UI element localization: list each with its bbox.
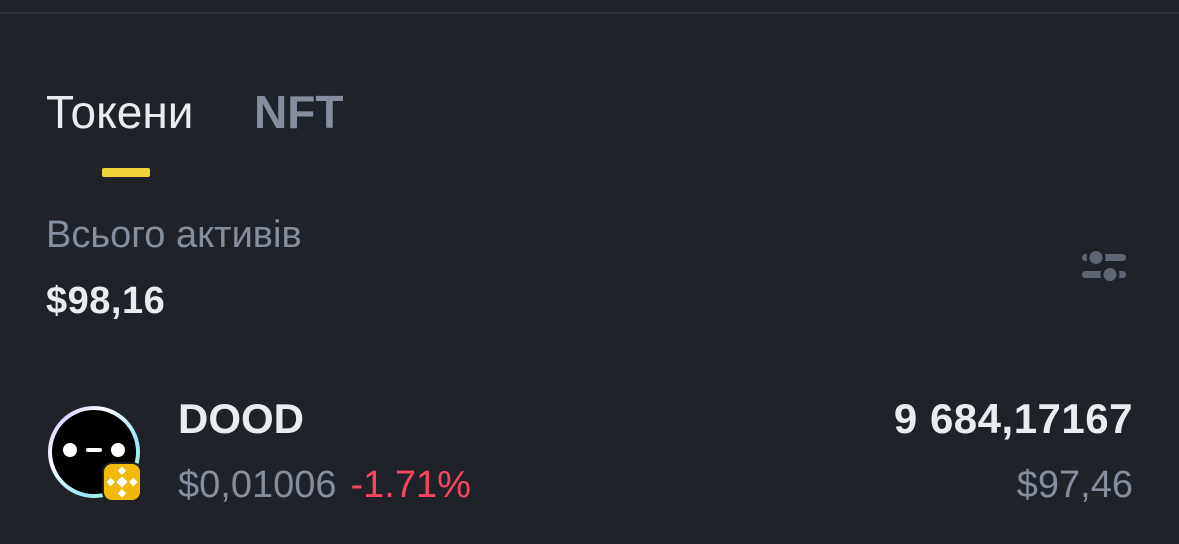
filter-button[interactable] xyxy=(1078,242,1130,290)
tab-tokens[interactable]: Токени xyxy=(46,84,193,140)
asset-row-dood[interactable]: DOOD $0,01006 -1.71% 9 684,17167 $97,46 xyxy=(0,386,1179,516)
asset-price-change: -1.71% xyxy=(350,464,471,506)
total-assets-label: Всього активів xyxy=(46,214,302,256)
total-assets-value: $98,16 xyxy=(46,280,166,322)
asset-fiat-value: $97,46 xyxy=(1016,464,1133,506)
sliders-icon xyxy=(1082,248,1126,284)
tab-nft[interactable]: NFT xyxy=(254,84,343,140)
asset-price-line: $0,01006 -1.71% xyxy=(178,462,471,508)
asset-price: $0,01006 xyxy=(178,464,337,506)
asset-symbol: DOOD xyxy=(178,395,304,442)
top-divider xyxy=(0,12,1179,14)
asset-amount: 9 684,17167 xyxy=(893,395,1133,442)
bnb-chain-icon xyxy=(102,462,142,502)
active-tab-indicator xyxy=(102,168,150,177)
